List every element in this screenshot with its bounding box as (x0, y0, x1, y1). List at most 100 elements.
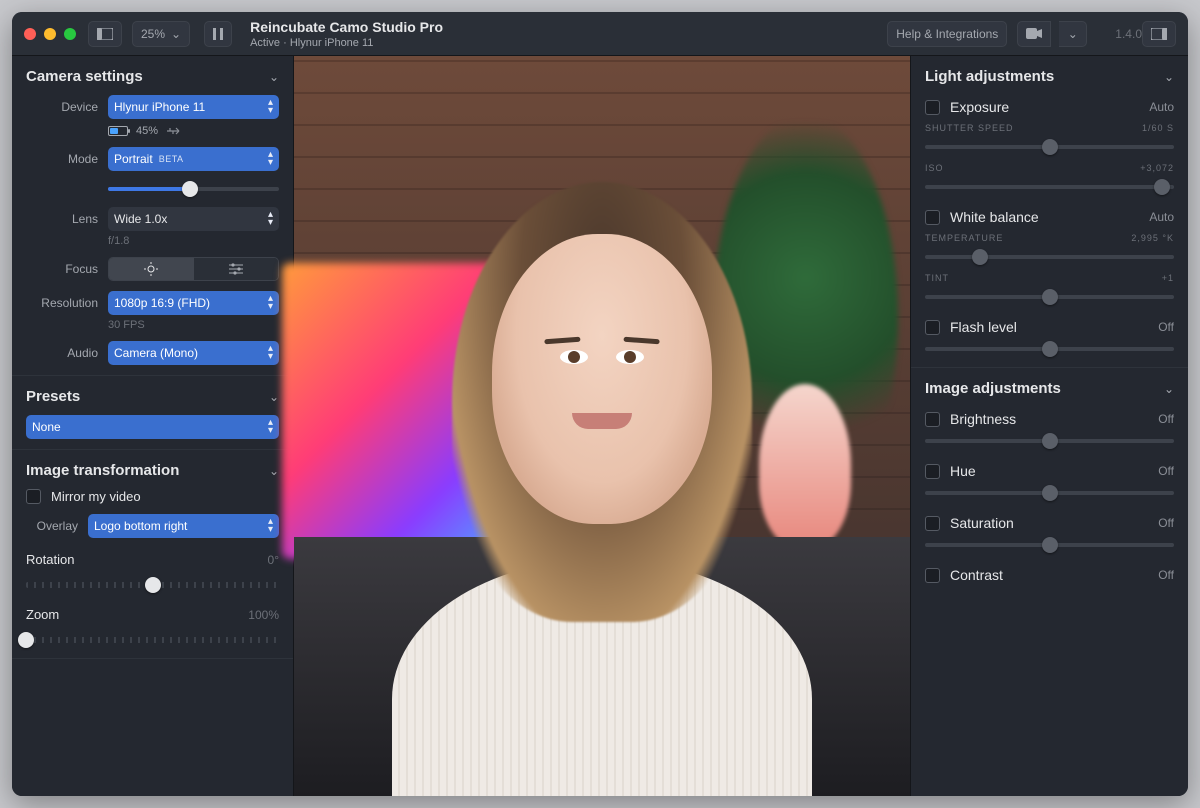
mirror-checkbox[interactable] (26, 489, 41, 504)
iso-slider[interactable] (925, 179, 1174, 195)
minimize-icon[interactable] (44, 28, 56, 40)
flash-value: Off (1158, 320, 1174, 334)
zoom-value: 100% (248, 608, 279, 622)
flash-checkbox[interactable] (925, 320, 940, 335)
iso-value: +3,072 (1140, 163, 1174, 173)
exposure-checkbox[interactable] (925, 100, 940, 115)
white-balance-value: Auto (1149, 210, 1174, 224)
camera-settings-section: Camera settings ⌄ Device Hlynur iPhone 1… (12, 56, 293, 376)
hue-checkbox[interactable] (925, 464, 940, 479)
sliders-icon (229, 263, 243, 275)
aperture-value: f/1.8 (108, 235, 279, 247)
right-panel: Light adjustments ⌄ Exposure Auto SHUTTE… (910, 56, 1188, 796)
preset-value: None (32, 420, 61, 434)
device-select[interactable]: Hlynur iPhone 11 ▴▾ (108, 95, 279, 119)
image-transformation-header[interactable]: Image transformation ⌄ (26, 462, 279, 479)
help-integrations-label: Help & Integrations (896, 27, 998, 41)
focus-auto-button[interactable] (109, 258, 194, 280)
light-adjustments-header[interactable]: Light adjustments ⌄ (925, 68, 1174, 85)
chevron-down-icon: ⌄ (1068, 27, 1078, 41)
section-title: Presets (26, 388, 80, 405)
fps-value: 30 FPS (108, 319, 279, 331)
sidebar-right-icon (1151, 28, 1167, 40)
brightness-slider[interactable] (925, 433, 1174, 449)
contrast-label: Contrast (950, 567, 1003, 583)
brightness-value: Off (1158, 412, 1174, 426)
iso-label: ISO (925, 163, 944, 173)
saturation-value: Off (1158, 516, 1174, 530)
toggle-right-sidebar-button[interactable] (1142, 21, 1176, 47)
audio-label: Audio (26, 346, 98, 360)
tint-label: TINT (925, 273, 949, 283)
window-controls (24, 28, 76, 40)
contrast-value: Off (1158, 568, 1174, 582)
rotation-slider[interactable] (26, 577, 279, 593)
presets-header[interactable]: Presets ⌄ (26, 388, 279, 405)
saturation-label: Saturation (950, 515, 1014, 531)
left-panel: Camera settings ⌄ Device Hlynur iPhone 1… (12, 56, 294, 796)
toggle-sidebar-button[interactable] (88, 21, 122, 47)
presets-section: Presets ⌄ None ▴▾ (12, 376, 293, 450)
flash-slider[interactable] (925, 341, 1174, 357)
mode-select[interactable]: Portrait BETA ▴▾ (108, 147, 279, 171)
device-value: Hlynur iPhone 11 (114, 100, 205, 114)
version-label: 1.4.0 (1115, 27, 1142, 41)
mirror-label: Mirror my video (51, 489, 141, 504)
flash-label: Flash level (950, 319, 1017, 335)
app-window: 25% ⌄ Reincubate Camo Studio Pro Active … (12, 12, 1188, 796)
stepper-arrows-icon: ▴▾ (268, 99, 273, 115)
camera-source-menu[interactable]: ⌄ (1059, 21, 1087, 47)
image-adjustments-header[interactable]: Image adjustments ⌄ (925, 380, 1174, 397)
camera-settings-header[interactable]: Camera settings ⌄ (26, 68, 279, 85)
saturation-checkbox[interactable] (925, 516, 940, 531)
white-balance-checkbox[interactable] (925, 210, 940, 225)
zoom-slider[interactable] (26, 632, 279, 648)
usb-icon (166, 126, 182, 136)
zoom-label: Zoom (26, 607, 59, 622)
focus-manual-button[interactable] (194, 258, 279, 280)
pause-button[interactable] (204, 21, 232, 47)
camera-source-button[interactable] (1017, 21, 1051, 47)
chevron-down-icon: ⌄ (171, 27, 181, 41)
autofocus-icon (144, 262, 158, 276)
fullscreen-icon[interactable] (64, 28, 76, 40)
chevron-down-icon: ⌄ (269, 390, 279, 404)
audio-value: Camera (Mono) (114, 346, 198, 360)
section-title: Camera settings (26, 68, 143, 85)
chevron-down-icon: ⌄ (1164, 382, 1174, 396)
overlay-label: Overlay (26, 519, 78, 533)
section-title: Image transformation (26, 462, 179, 479)
mode-intensity-slider[interactable] (108, 181, 279, 197)
hue-label: Hue (950, 463, 976, 479)
hue-slider[interactable] (925, 485, 1174, 501)
app-title: Reincubate Camo Studio Pro (250, 19, 887, 35)
overlay-select[interactable]: Logo bottom right ▴▾ (88, 514, 279, 538)
audio-select[interactable]: Camera (Mono) ▴▾ (108, 341, 279, 365)
titlebar: 25% ⌄ Reincubate Camo Studio Pro Active … (12, 12, 1188, 56)
resolution-select[interactable]: 1080p 16:9 (FHD) ▴▾ (108, 291, 279, 315)
lens-select[interactable]: Wide 1.0x ▴▾ (108, 207, 279, 231)
mode-label: Mode (26, 152, 98, 166)
preset-select[interactable]: None ▴▾ (26, 415, 279, 439)
preview-content (294, 56, 910, 796)
tint-slider[interactable] (925, 289, 1174, 305)
light-adjustments-section: Light adjustments ⌄ Exposure Auto SHUTTE… (911, 56, 1188, 368)
lens-value: Wide 1.0x (114, 212, 167, 226)
temperature-slider[interactable] (925, 249, 1174, 265)
zoom-select[interactable]: 25% ⌄ (132, 21, 190, 47)
sidebar-icon (97, 28, 113, 40)
device-status: 45% (108, 125, 279, 137)
help-integrations-button[interactable]: Help & Integrations (887, 21, 1007, 47)
resolution-value: 1080p 16:9 (FHD) (114, 296, 210, 310)
exposure-label: Exposure (950, 99, 1009, 115)
contrast-checkbox[interactable] (925, 568, 940, 583)
device-label: Device (26, 100, 98, 114)
brightness-checkbox[interactable] (925, 412, 940, 427)
stepper-arrows-icon: ▴▾ (268, 419, 273, 435)
saturation-slider[interactable] (925, 537, 1174, 553)
shutter-speed-label: SHUTTER SPEED (925, 123, 1014, 133)
close-icon[interactable] (24, 28, 36, 40)
chevron-down-icon: ⌄ (269, 464, 279, 478)
focus-segmented[interactable] (108, 257, 279, 281)
shutter-speed-slider[interactable] (925, 139, 1174, 155)
